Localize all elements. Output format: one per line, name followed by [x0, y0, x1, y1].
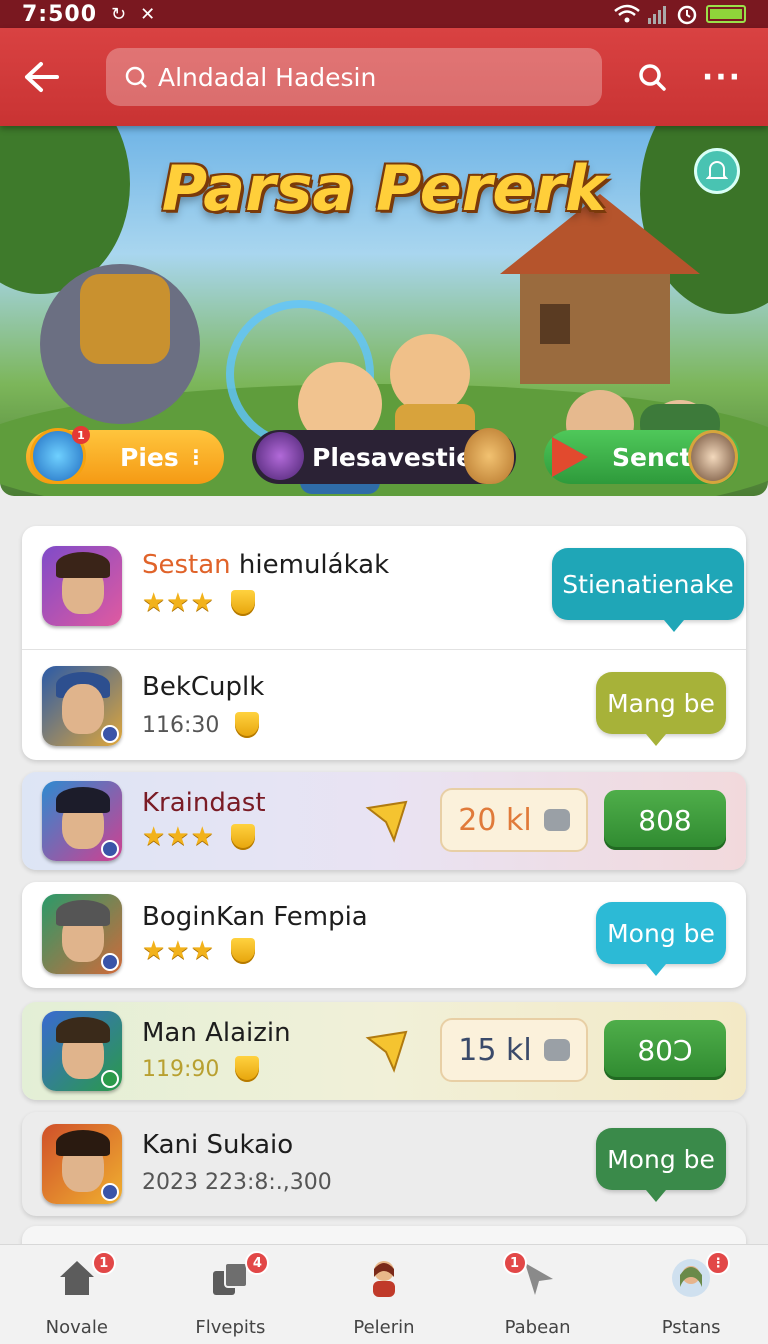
shield-icon — [235, 712, 260, 738]
alarm-icon — [677, 5, 697, 25]
status-time: 7:500 — [22, 1, 98, 27]
avatar — [42, 781, 122, 861]
list-item[interactable]: BoginKan Fempia ★★★ Mong be — [22, 882, 746, 988]
shield-icon — [230, 938, 255, 964]
more-vertical-icon: ⋮ — [186, 445, 206, 469]
action-bubble-button[interactable]: Mong be — [596, 1128, 726, 1202]
sync-icon: ↻ — [111, 3, 127, 25]
character-icon — [363, 1257, 405, 1299]
trophy-icon — [365, 1030, 408, 1073]
cursor-icon: 1 — [502, 1251, 559, 1299]
notification-bell-button[interactable] — [694, 148, 740, 194]
shield-icon — [230, 590, 255, 616]
wifi-icon — [614, 4, 640, 23]
nav-item-flvepits[interactable]: 4 Flvepits — [154, 1245, 308, 1344]
price-box: 15 kl — [440, 1018, 588, 1082]
player-time: 116:30 — [142, 712, 260, 738]
more-options-button[interactable]: ··· — [700, 55, 744, 99]
player-name: Kani Sukaio — [142, 1130, 294, 1160]
action-bubble-button[interactable]: Mang be — [596, 672, 726, 746]
pies-badge: 1 — [72, 426, 90, 444]
status-bar: 7:500 ↻ ✕ — [0, 0, 768, 28]
search-icon — [639, 64, 666, 91]
coin-icon — [543, 1039, 570, 1061]
plesavesties-label: Plesavesties — [312, 442, 489, 472]
play-icon — [552, 437, 588, 477]
nav-badge: 1 — [502, 1251, 527, 1275]
cards-icon: 4 — [209, 1251, 270, 1299]
avatar — [42, 1124, 122, 1204]
player-time: 119:90 — [142, 1056, 260, 1082]
shield-icon — [230, 824, 255, 850]
player-name: Kraindast — [142, 788, 266, 818]
stars-icon: ★★★ — [142, 822, 215, 852]
featured-banner[interactable]: Parsa Pererk 1 Pies ⋮ Plesavesties Senct — [0, 124, 768, 496]
action-bubble-button[interactable]: Mong be — [596, 902, 726, 976]
banner-title: Parsa Pererk — [161, 152, 607, 225]
nav-label: Pstans — [661, 1317, 721, 1338]
nav-badge: 4 — [245, 1251, 270, 1275]
stars-icon: ★★★ — [142, 936, 215, 966]
stars-icon: ★★★ — [142, 588, 215, 618]
nav-badge: ⋮ — [706, 1251, 731, 1275]
nav-item-pabean[interactable]: 1 Pabean — [461, 1245, 615, 1344]
heart-search-icon — [125, 66, 147, 88]
signal-icon — [648, 6, 666, 24]
nav-label: Pelerin — [353, 1317, 415, 1338]
bell-icon — [706, 161, 728, 179]
bottom-navigation: 1 Novale 4 Flvepits Pelerin 1 Pabean ⋮ P… — [0, 1244, 768, 1344]
hooded-avatar-icon — [256, 432, 304, 480]
nav-label: Flvepits — [195, 1317, 266, 1338]
nav-item-pstans[interactable]: ⋮ Pstans — [614, 1245, 768, 1344]
avatar — [42, 894, 122, 974]
claim-button[interactable]: 808 — [604, 790, 726, 850]
home-icon: 1 — [56, 1251, 116, 1299]
nav-label: Pabean — [504, 1317, 571, 1338]
nav-label: Novale — [45, 1317, 108, 1338]
battery-icon — [706, 5, 746, 23]
rating: ★★★ — [142, 936, 255, 966]
search-button[interactable] — [630, 55, 674, 99]
arrow-left-icon — [25, 62, 59, 92]
profile-icon: ⋮ — [670, 1251, 731, 1299]
plesavesties-pill-button[interactable]: Plesavesties — [252, 428, 516, 484]
avatar — [42, 546, 122, 626]
search-text: Alndadal Hadesin — [158, 62, 377, 92]
claim-button[interactable]: 80Ɔ — [604, 1020, 726, 1080]
price-box: 20 kl — [440, 788, 588, 852]
nav-item-pelerin[interactable]: Pelerin — [307, 1245, 461, 1344]
list-item[interactable]: Kraindast ★★★ 20 kl 808 — [22, 772, 746, 870]
rating: ★★★ — [142, 822, 255, 852]
pies-label: Pies — [120, 442, 179, 472]
pies-pill-button[interactable]: 1 Pies ⋮ — [26, 426, 224, 484]
rating: ★★★ — [142, 588, 255, 618]
trophy-icon — [365, 800, 408, 843]
avatar — [42, 666, 122, 746]
player-avatar-icon — [688, 430, 738, 484]
player-name: Sestan hiemulákak — [142, 550, 390, 580]
player-name: BekCuplk — [142, 672, 265, 702]
list-item[interactable]: Sestan hiemulákak ★★★ Stienatienake — [22, 526, 746, 650]
search-field[interactable]: Alndadal Hadesin — [106, 48, 602, 106]
avatar — [42, 1011, 122, 1091]
lion-avatar-icon — [464, 428, 514, 484]
list-item[interactable]: Kani Sukaio 2023 223:8:.,300 Mong be — [22, 1112, 746, 1216]
list-item[interactable]: Man Alaizin 119:90 15 kl 80Ɔ — [22, 1002, 746, 1100]
player-name: Man Alaizin — [142, 1018, 291, 1048]
shield-icon — [235, 1056, 260, 1082]
senct-label: Senct — [612, 442, 692, 472]
player-time: 2023 223:8:.,300 — [142, 1170, 332, 1195]
coin-icon — [543, 809, 570, 831]
senct-pill-button[interactable]: Senct — [544, 430, 740, 484]
player-name: BoginKan Fempia — [142, 902, 368, 932]
more-dots-icon: ··· — [701, 59, 743, 95]
app-bar: Alndadal Hadesin ··· — [0, 28, 768, 126]
back-button[interactable] — [20, 56, 62, 98]
nav-item-novale[interactable]: 1 Novale — [0, 1245, 154, 1344]
action-bubble-button[interactable]: Stienatienake — [552, 548, 744, 632]
list-item[interactable]: BekCuplk 116:30 Mang be — [22, 650, 746, 760]
nav-badge: 1 — [91, 1251, 116, 1275]
bluetooth-icon: ✕ — [140, 3, 156, 25]
